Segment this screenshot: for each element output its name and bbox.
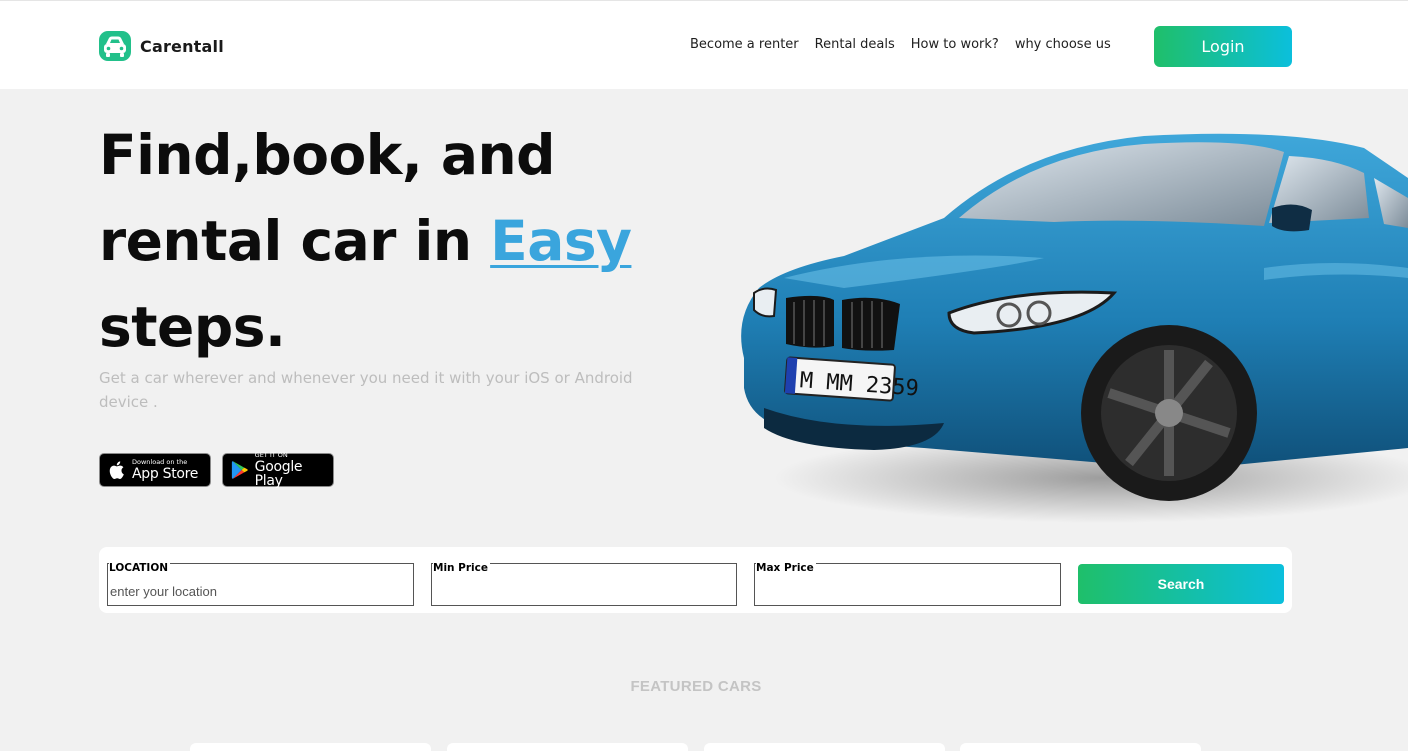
hero-title-line-2: rental car in — [99, 209, 491, 273]
featured-car-card[interactable] — [190, 743, 431, 751]
google-play-big-text: Google Play — [254, 458, 303, 489]
featured-cars-heading: FEATURED CARS — [630, 678, 762, 695]
max-price-input[interactable] — [756, 578, 1057, 604]
featured-car-card[interactable] — [960, 743, 1201, 751]
hero-title: Find,book, and rental car in Easy steps. — [99, 112, 719, 370]
app-store-big-text: App Store — [132, 465, 199, 482]
featured-car-card[interactable] — [447, 743, 688, 751]
location-field: LOCATION — [107, 562, 414, 606]
main-nav: Become a renter Rental deals How to work… — [690, 37, 1111, 52]
location-label: LOCATION — [109, 562, 171, 574]
search-button[interactable]: Search — [1078, 564, 1284, 604]
google-play-small-text: GET IT ON — [254, 451, 288, 460]
min-price-input[interactable] — [433, 578, 733, 604]
brand-logo-link[interactable]: Carentall — [98, 29, 224, 63]
brand-name: Carentall — [140, 36, 224, 56]
min-price-field: Min Price — [431, 562, 737, 606]
google-play-icon — [231, 461, 248, 479]
hero-subtitle: Get a car wherever and whenever you need… — [99, 369, 633, 411]
app-store-badge[interactable]: Download on the App Store — [99, 453, 211, 487]
featured-car-card[interactable] — [704, 743, 945, 751]
top-navbar: Carentall Become a renter Rental deals H… — [0, 0, 1408, 89]
login-button[interactable]: Login — [1154, 26, 1292, 67]
nav-link-how-to-work[interactable]: How to work? — [911, 37, 999, 52]
car-front-icon — [99, 31, 131, 61]
hero-car-image: M MM 2359 — [741, 133, 1408, 523]
max-price-label: Max Price — [756, 562, 816, 574]
nav-link-why-choose-us[interactable]: why choose us — [1015, 37, 1111, 52]
hero-title-accent: Easy — [490, 209, 632, 273]
location-input[interactable] — [109, 578, 410, 604]
google-play-badge[interactable]: GET IT ON Google Play — [222, 451, 334, 489]
nav-link-become-renter[interactable]: Become a renter — [690, 37, 799, 52]
max-price-field: Max Price — [754, 562, 1061, 606]
apple-icon — [109, 461, 124, 480]
app-store-small-text: Download on the — [132, 458, 188, 467]
hero-title-line-1: Find,book, and — [99, 123, 556, 187]
search-panel: LOCATION Min Price Max Price Search — [99, 547, 1292, 613]
min-price-label: Min Price — [433, 562, 490, 574]
hero-title-line-3: steps. — [99, 295, 286, 359]
nav-link-rental-deals[interactable]: Rental deals — [815, 37, 895, 52]
